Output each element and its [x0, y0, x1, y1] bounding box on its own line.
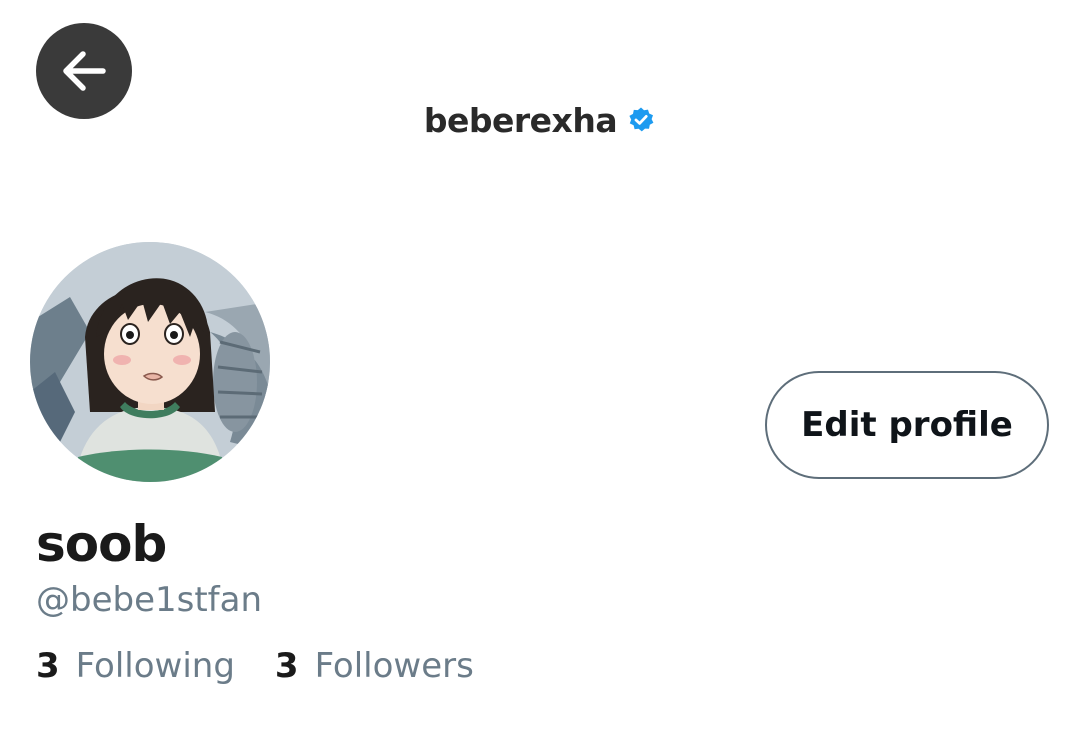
followers-label: Followers: [314, 646, 474, 686]
followers-count: 3: [274, 646, 299, 686]
avatar[interactable]: [30, 242, 270, 482]
following-count: 3: [36, 646, 60, 686]
header-username: beberexha: [423, 100, 618, 140]
follow-stats: 3 Following 3 Followers: [36, 644, 474, 688]
following-link[interactable]: 3 Following: [36, 646, 235, 686]
display-name: soob: [36, 515, 167, 573]
following-label: Following: [75, 646, 235, 686]
user-handle: @bebe1stfan: [36, 580, 263, 620]
header-title: beberexha: [0, 98, 1079, 142]
verified-badge-icon: [627, 106, 655, 134]
followers-link[interactable]: 3 Followers: [275, 646, 474, 686]
arrow-left-icon: [57, 44, 111, 98]
edit-profile-button[interactable]: Edit profile: [765, 371, 1049, 479]
